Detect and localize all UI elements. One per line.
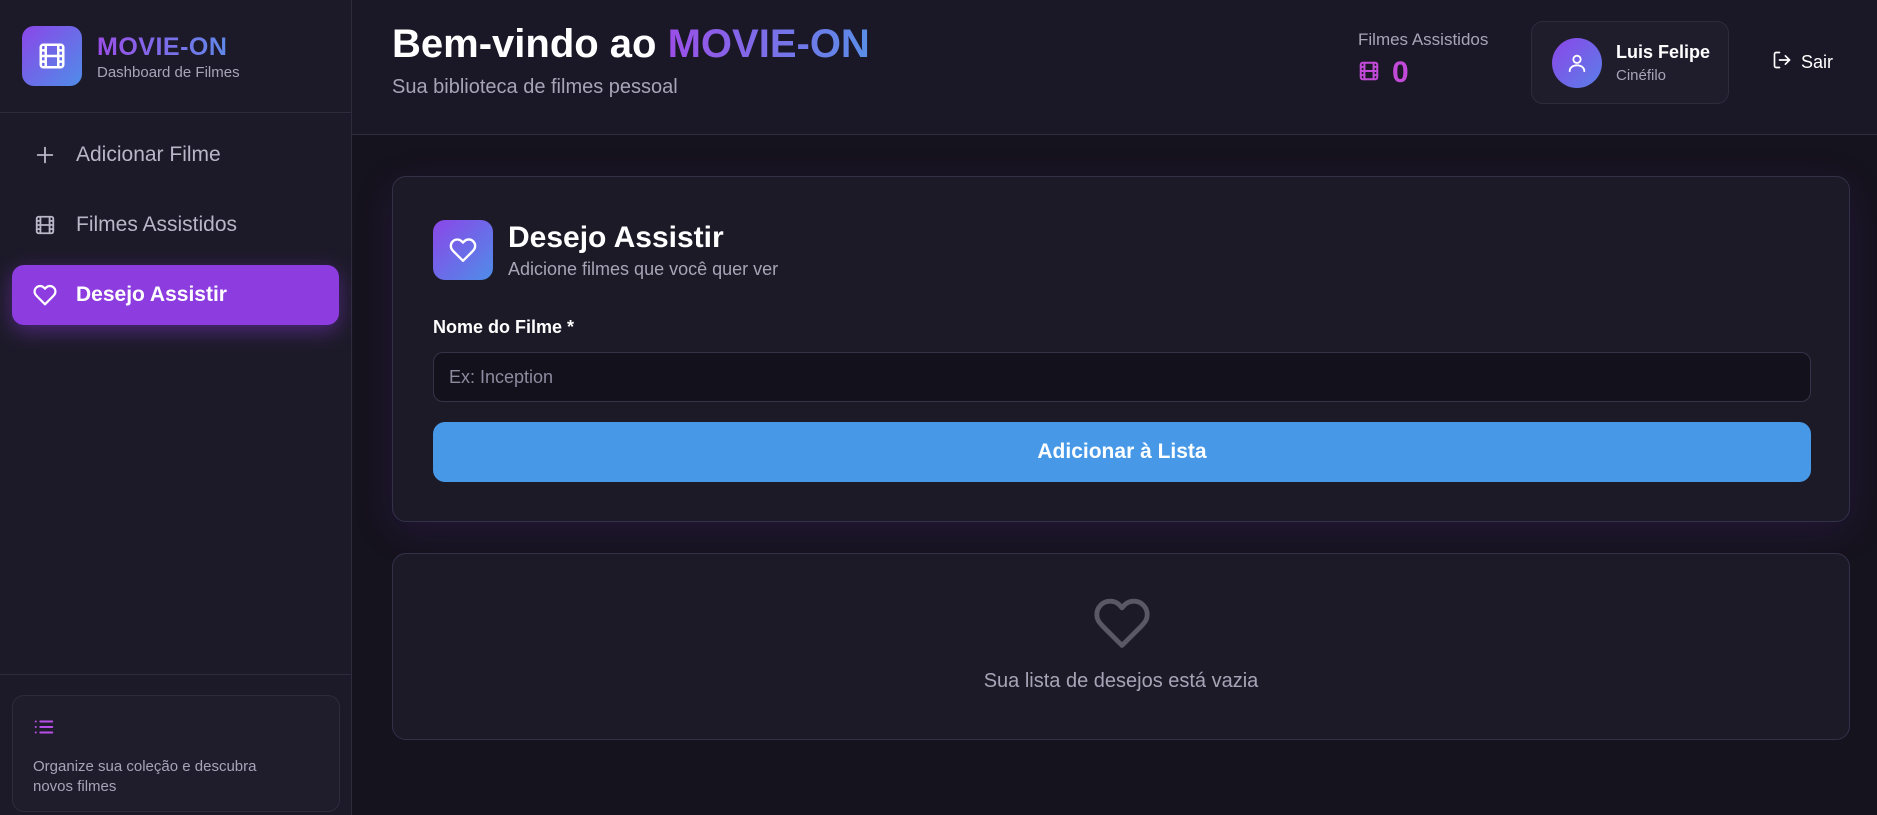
plus-icon bbox=[32, 142, 58, 168]
wishlist-empty-state: Sua lista de desejos está vazia bbox=[392, 553, 1850, 740]
film-icon bbox=[1358, 60, 1380, 87]
sidebar: MOVIE-ON Dashboard de Filmes Adicionar F… bbox=[0, 0, 352, 815]
sidebar-item-filmes-assistidos[interactable]: Filmes Assistidos bbox=[12, 195, 339, 255]
tip-text: Organize sua coleção e descubra novos fi… bbox=[33, 758, 257, 795]
sidebar-item-label: Adicionar Filme bbox=[76, 143, 221, 166]
heart-icon bbox=[433, 220, 493, 280]
wishlist-form-card: Desejo Assistir Adicione filmes que você… bbox=[392, 176, 1850, 522]
sidebar-nav: Adicionar Filme Filmes Assistidos Desejo… bbox=[0, 113, 351, 325]
user-icon bbox=[1552, 37, 1602, 88]
sidebar-item-label: Filmes Assistidos bbox=[76, 213, 238, 236]
page-title: Bem-vindo ao MOVIE-ON bbox=[392, 22, 870, 67]
wishlist-subtitle: Adicione filmes que você quer ver bbox=[508, 258, 779, 279]
header: Bem-vindo ao MOVIE-ON Sua biblioteca de … bbox=[352, 0, 1877, 135]
logout-button[interactable]: Sair bbox=[1772, 50, 1833, 75]
user-role: Cinéfilo bbox=[1616, 66, 1667, 84]
watched-stat: Filmes Assistidos 0 bbox=[1358, 30, 1488, 88]
heart-outline-icon bbox=[1093, 594, 1151, 657]
film-icon bbox=[22, 26, 82, 86]
user-name: Luis Felipe bbox=[1616, 41, 1711, 62]
film-icon bbox=[32, 212, 58, 238]
sidebar-item-label: Desejo Assistir bbox=[76, 283, 227, 306]
watched-stat-label: Filmes Assistidos bbox=[1358, 30, 1489, 49]
welcome-brand: MOVIE-ON bbox=[667, 22, 870, 66]
empty-state-text: Sua lista de desejos está vazia bbox=[983, 670, 1259, 692]
brand: MOVIE-ON Dashboard de Filmes bbox=[0, 0, 351, 113]
user-profile[interactable]: Luis Felipe Cinéfilo bbox=[1531, 21, 1729, 104]
welcome-prefix: Bem-vindo ao bbox=[392, 22, 668, 66]
sidebar-footer: Organize sua coleção e descubra novos fi… bbox=[0, 674, 352, 815]
watched-stat-value: 0 bbox=[1392, 56, 1409, 89]
brand-subtitle: Dashboard de Filmes bbox=[97, 63, 240, 81]
movie-name-input[interactable] bbox=[433, 352, 1811, 402]
main-content: Desejo Assistir Adicione filmes que você… bbox=[352, 136, 1877, 815]
logout-label: Sair bbox=[1801, 52, 1834, 72]
logout-icon bbox=[1772, 50, 1792, 75]
sidebar-item-desejo-assistir[interactable]: Desejo Assistir bbox=[12, 265, 339, 325]
wishlist-title: Desejo Assistir bbox=[508, 220, 724, 254]
movie-name-label: Nome do Filme * bbox=[433, 317, 575, 337]
list-icon bbox=[33, 720, 55, 742]
add-to-list-button[interactable]: Adicionar à Lista bbox=[433, 422, 1811, 482]
heart-icon bbox=[32, 282, 58, 308]
brand-title: MOVIE-ON bbox=[97, 32, 240, 62]
sidebar-item-adicionar-filme[interactable]: Adicionar Filme bbox=[12, 125, 339, 185]
page-subtitle: Sua biblioteca de filmes pessoal bbox=[392, 76, 678, 98]
tip-card: Organize sua coleção e descubra novos fi… bbox=[12, 695, 340, 812]
